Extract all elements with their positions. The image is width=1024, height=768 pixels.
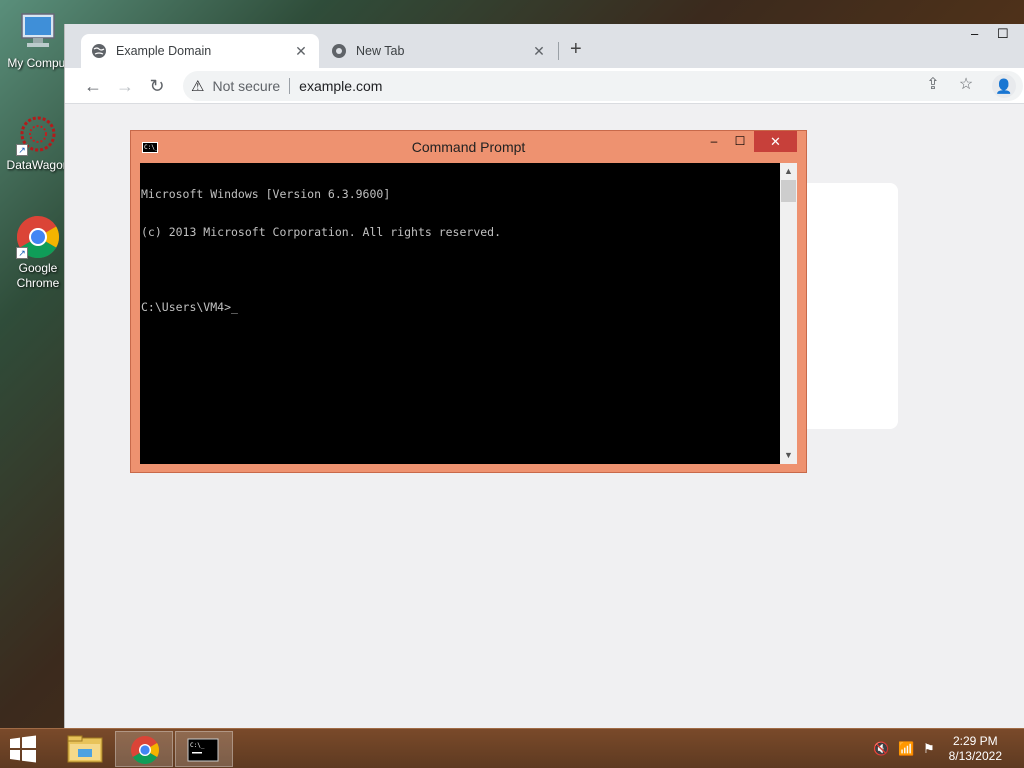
svg-text:C:\_: C:\_ <box>190 742 205 749</box>
warning-icon[interactable]: ⚠ <box>191 77 204 95</box>
shortcut-arrow-icon: ↗ <box>16 247 28 259</box>
cmd-line: Microsoft Windows [Version 6.3.9600] <box>141 187 391 201</box>
security-status[interactable]: Not secure <box>212 78 280 94</box>
cmd-maximize-button[interactable]: ☐ <box>727 131 753 152</box>
cmd-prompt-line: C:\Users\VM4>_ <box>141 299 238 314</box>
maximize-button[interactable]: ☐ <box>997 26 1009 42</box>
taskbar-file-explorer[interactable] <box>56 731 114 767</box>
address-bar[interactable]: ⚠ Not secure example.com <box>183 71 1023 101</box>
computer-icon <box>16 10 60 54</box>
globe-icon <box>91 43 107 59</box>
tab-separator <box>558 42 559 60</box>
tab-new-tab[interactable]: New Tab ✕ <box>321 34 557 68</box>
cmd-title-bar[interactable]: C:\_ Command Prompt – ☐ ✕ <box>131 131 806 163</box>
cmd-line <box>141 263 501 276</box>
scroll-thumb[interactable] <box>781 180 796 202</box>
tab-close-icon[interactable]: ✕ <box>531 43 547 60</box>
tab-close-icon[interactable]: ✕ <box>293 43 309 60</box>
cmd-output: Microsoft Windows [Version 6.3.9600] (c)… <box>141 163 501 338</box>
tab-title: New Tab <box>356 44 405 58</box>
chrome-icon <box>131 736 159 764</box>
minimize-button[interactable]: – <box>971 26 978 41</box>
command-prompt-window: C:\_ Command Prompt – ☐ ✕ Microsoft Wind… <box>130 130 807 473</box>
profile-avatar-icon[interactable]: 👤 <box>992 74 1016 98</box>
datawagon-icon: ↗ <box>16 112 60 156</box>
share-icon[interactable]: ⇪ <box>921 74 945 94</box>
taskbar-chrome[interactable] <box>115 731 173 767</box>
chrome-icon: ↗ <box>16 215 60 259</box>
reload-button[interactable]: ↻ <box>145 74 169 98</box>
windows-start-icon[interactable] <box>8 735 38 763</box>
folder-icon <box>67 735 103 763</box>
divider <box>289 78 291 94</box>
taskbar-clock[interactable]: 2:29 PM 8/13/2022 <box>949 734 1002 764</box>
url-text[interactable]: example.com <box>299 78 382 94</box>
cmd-close-button[interactable]: ✕ <box>754 131 797 152</box>
clock-time: 2:29 PM <box>952 734 998 748</box>
shortcut-arrow-icon: ↗ <box>16 144 28 156</box>
new-tab-button[interactable]: + <box>570 38 582 61</box>
scroll-down-icon[interactable]: ▼ <box>780 447 797 464</box>
cmd-line: (c) 2013 Microsoft Corporation. All righ… <box>141 224 502 239</box>
bookmark-star-icon[interactable]: ☆ <box>954 74 978 94</box>
scroll-up-icon[interactable]: ▲ <box>780 163 797 180</box>
back-button[interactable]: ← <box>81 74 105 98</box>
forward-button[interactable]: → <box>113 74 137 98</box>
tab-strip: Example Domain ✕ New Tab ✕ + – ☐ <box>65 24 1024 68</box>
cmd-minimize-button[interactable]: – <box>701 131 727 152</box>
content-card <box>800 183 898 429</box>
cmd-scrollbar[interactable]: ▲ ▼ <box>780 163 797 464</box>
volume-muted-icon[interactable]: 🔇 <box>873 741 889 757</box>
cmd-console[interactable]: Microsoft Windows [Version 6.3.9600] (c)… <box>140 163 797 464</box>
action-center-flag-icon[interactable]: ⚑ <box>923 741 935 757</box>
network-icon[interactable]: 📶 <box>898 741 914 757</box>
taskbar-command-prompt[interactable]: C:\_ <box>175 731 233 767</box>
tab-example-domain[interactable]: Example Domain ✕ <box>81 34 319 68</box>
taskbar: C:\_ 🔇 📶 ⚑ 2:29 PM 8/13/2022 <box>0 728 1024 768</box>
clock-date: 8/13/2022 <box>948 749 1002 763</box>
tab-title: Example Domain <box>116 44 212 58</box>
browser-toolbar: ← → ↻ ⚠ Not secure example.com ⇪ ☆ 👤 <box>65 68 1024 104</box>
chrome-icon <box>331 43 347 59</box>
cmd-icon: C:\_ <box>187 738 219 762</box>
